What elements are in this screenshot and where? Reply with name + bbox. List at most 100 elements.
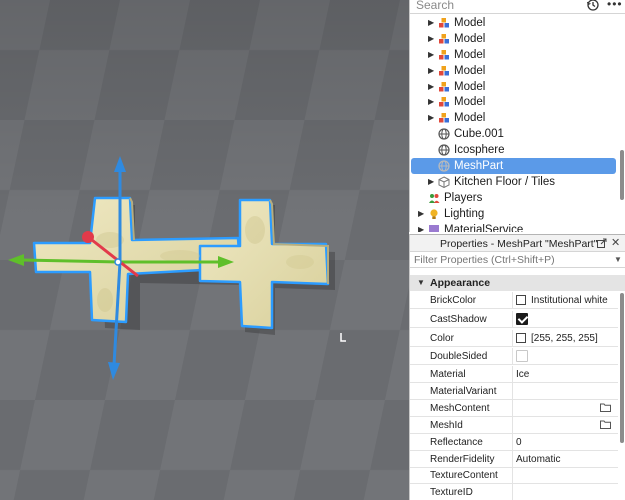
undock-icon[interactable]	[597, 238, 607, 248]
model-icon	[438, 49, 450, 61]
color-swatch[interactable]	[516, 333, 526, 343]
prop-row-meshid[interactable]: MeshId	[410, 417, 618, 434]
explorer-item-label: Lighting	[444, 208, 485, 220]
explorer-item-kitchen-floor-tiles[interactable]: ▶ Kitchen Floor / Tiles	[410, 174, 625, 190]
explorer-item-icosphere[interactable]: Icosphere	[410, 142, 625, 158]
prop-row-meshcontent[interactable]: MeshContent	[410, 400, 618, 417]
explorer-search-bar: •••	[410, 0, 625, 14]
prop-name: TextureID	[430, 487, 473, 498]
gizmo-center	[114, 258, 122, 266]
prop-row-reflectance[interactable]: Reflectance 0	[410, 434, 618, 451]
prop-row-castshadow[interactable]: CastShadow	[410, 311, 618, 328]
explorer-item-model[interactable]: ▶ Model	[410, 79, 625, 95]
prop-row-doublesided[interactable]: DoubleSided	[410, 348, 618, 365]
history-icon[interactable]	[586, 0, 600, 12]
prop-row-texturecontent[interactable]: TextureContent	[410, 467, 618, 484]
prop-divider	[512, 451, 513, 468]
prop-value[interactable]: Ice	[516, 369, 529, 380]
prop-name: MaterialVariant	[430, 386, 497, 397]
explorer-item-model[interactable]: ▶ Model	[410, 110, 625, 126]
folder-icon[interactable]	[600, 420, 611, 429]
viewport-3d[interactable]	[0, 0, 409, 500]
prop-value[interactable]: Institutional white	[531, 295, 608, 306]
prop-value[interactable]: Automatic	[516, 454, 560, 465]
expand-arrow-icon[interactable]: ▶	[428, 31, 434, 47]
prop-name: MeshContent	[430, 403, 490, 414]
close-icon[interactable]: ✕	[611, 236, 620, 249]
explorer-item-materialservice[interactable]: ▶ MaterialService	[410, 222, 625, 232]
prop-value[interactable]: [255, 255, 255]	[531, 333, 598, 344]
prop-row-color[interactable]: Color [255, 255, 255]	[410, 330, 618, 347]
explorer-item-model[interactable]: ▶ Model	[410, 94, 625, 110]
mesh-globe-icon	[438, 128, 450, 140]
mesh-globe-icon	[438, 144, 450, 156]
prop-divider	[512, 400, 513, 417]
model-icon	[438, 81, 450, 93]
prop-name: BrickColor	[430, 295, 477, 306]
explorer-item-model[interactable]: ▶ Model	[410, 15, 625, 31]
section-title: Appearance	[430, 277, 491, 289]
expand-arrow-icon[interactable]: ▶	[418, 222, 424, 232]
properties-panel: Properties - MeshPart "MeshPart" ✕ ▼ ▼ A…	[409, 234, 625, 500]
explorer-search-input[interactable]	[416, 0, 576, 12]
explorer-item-label: Model	[454, 33, 486, 45]
explorer-item-meshpart[interactable]: MeshPart	[411, 158, 616, 174]
doublesided-checkbox[interactable]	[516, 350, 528, 362]
explorer-item-label: Model	[454, 17, 486, 29]
expand-arrow-icon[interactable]: ▶	[428, 47, 434, 63]
properties-title: Properties - MeshPart "MeshPart"	[440, 238, 598, 250]
expand-arrow-icon[interactable]: ▶	[428, 63, 434, 79]
expand-arrow-icon[interactable]: ▶	[428, 94, 434, 110]
players-icon	[428, 192, 440, 204]
filter-properties-input[interactable]	[414, 253, 604, 267]
castshadow-checkbox[interactable]	[516, 313, 528, 325]
expand-arrow-icon[interactable]: ▶	[428, 110, 434, 126]
explorer-scrollbar[interactable]	[620, 150, 624, 200]
collapse-arrow-icon[interactable]: ▼	[417, 278, 425, 287]
prop-divider	[512, 484, 513, 500]
prop-row-brickcolor[interactable]: BrickColor Institutional white	[410, 292, 618, 309]
prop-divider	[512, 330, 513, 347]
prop-row-renderfidelity[interactable]: RenderFidelity Automatic	[410, 451, 618, 468]
explorer-item-model[interactable]: ▶ Model	[410, 47, 625, 63]
explorer-item-lighting[interactable]: ▶ Lighting	[410, 206, 625, 222]
model-icon	[438, 17, 450, 29]
expand-arrow-icon[interactable]: ▶	[428, 174, 434, 190]
properties-titlebar: Properties - MeshPart "MeshPart" ✕	[410, 235, 625, 252]
prop-row-material[interactable]: Material Ice	[410, 366, 618, 383]
explorer-item-players[interactable]: Players	[410, 190, 625, 206]
explorer-item-label: MaterialService	[444, 224, 524, 232]
model-icon	[438, 33, 450, 45]
explorer-item-model[interactable]: ▶ Model	[410, 63, 625, 79]
explorer-item-label: Cube.001	[454, 128, 504, 140]
model-icon	[438, 96, 450, 108]
chevron-down-icon[interactable]: ▼	[614, 255, 622, 264]
explorer-panel: ••• ▶ Model ▶ Model ▶ Model ▶ Model ▶ Model ▶ Model…	[409, 0, 625, 232]
explorer-item-cube-001[interactable]: Cube.001	[410, 126, 625, 142]
expand-arrow-icon[interactable]: ▶	[418, 206, 424, 222]
prop-row-textureid[interactable]: TextureID	[410, 484, 618, 500]
brickcolor-swatch[interactable]	[516, 295, 526, 305]
more-options-icon[interactable]: •••	[607, 0, 623, 11]
mesh-globe-icon	[438, 160, 450, 172]
expand-arrow-icon[interactable]: ▶	[428, 79, 434, 95]
expand-arrow-icon[interactable]: ▶	[428, 15, 434, 31]
prop-divider	[512, 348, 513, 365]
prop-divider	[512, 383, 513, 400]
folder-icon[interactable]	[600, 403, 611, 412]
filter-bar: ▼	[410, 252, 625, 268]
explorer-item-label: Kitchen Floor / Tiles	[454, 176, 555, 188]
explorer-item-model[interactable]: ▶ Model	[410, 31, 625, 47]
section-appearance[interactable]: ▼ Appearance	[410, 275, 625, 291]
prop-name: Reflectance	[430, 437, 483, 448]
prop-divider	[512, 292, 513, 309]
prop-name: MeshId	[430, 420, 463, 431]
explorer-item-label: Players	[444, 192, 483, 204]
properties-scrollbar[interactable]	[620, 293, 624, 443]
prop-divider	[512, 311, 513, 328]
gizmo-z-handle	[82, 231, 94, 243]
prop-name: TextureContent	[430, 470, 498, 481]
prop-row-materialvariant[interactable]: MaterialVariant	[410, 383, 618, 400]
model-icon	[438, 112, 450, 124]
prop-value[interactable]: 0	[516, 437, 522, 448]
